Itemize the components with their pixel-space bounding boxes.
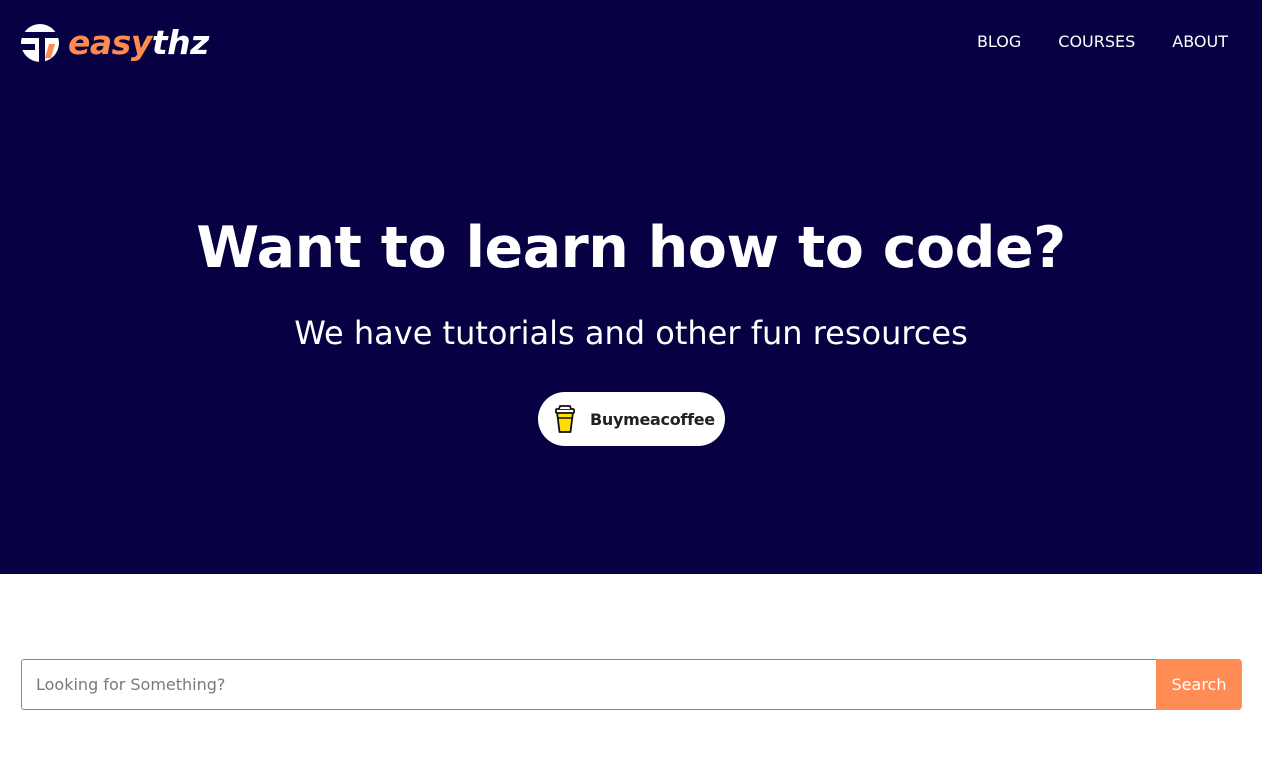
search-form: Search bbox=[21, 659, 1242, 710]
nav-item-about[interactable]: ABOUT bbox=[1172, 31, 1228, 53]
site-logo[interactable]: easythz bbox=[20, 22, 209, 64]
hero-section: easythz BLOG COURSES ABOUT Want to learn… bbox=[0, 0, 1262, 574]
nav-item-courses[interactable]: COURSES bbox=[1058, 31, 1135, 53]
search-button[interactable]: Search bbox=[1156, 659, 1242, 710]
buymeacoffee-button[interactable]: Buymeacoffee bbox=[538, 392, 725, 446]
coffee-cup-icon bbox=[555, 405, 575, 433]
buymeacoffee-label: Buymeacoffee bbox=[590, 409, 715, 429]
main-nav: BLOG COURSES ABOUT bbox=[940, 31, 1228, 53]
hero-headline: Want to learn how to code? bbox=[196, 215, 1066, 281]
logo-mark-icon bbox=[21, 24, 59, 62]
hero-subheadline: We have tutorials and other fun resource… bbox=[294, 314, 968, 352]
search-input[interactable] bbox=[21, 659, 1156, 710]
nav-item-blog[interactable]: BLOG bbox=[977, 31, 1021, 53]
logo-wordmark: easythz bbox=[68, 23, 209, 62]
